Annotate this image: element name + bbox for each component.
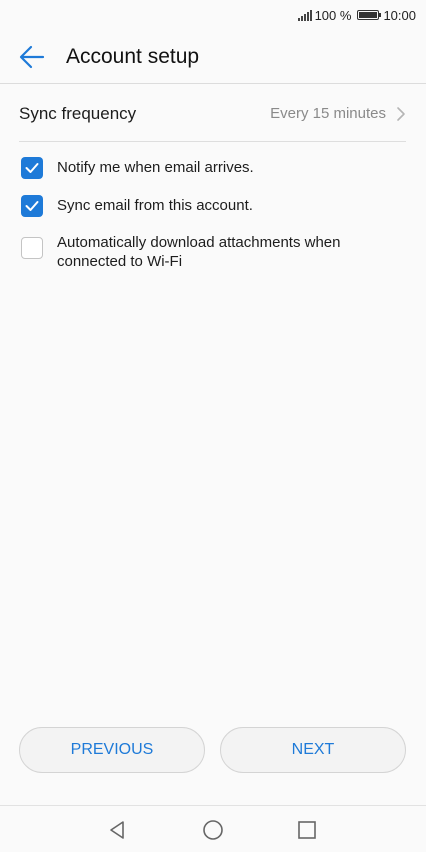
previous-button[interactable]: PREVIOUS: [19, 727, 205, 773]
attachments-checkbox[interactable]: [21, 237, 43, 259]
chevron-right-icon: [397, 106, 405, 121]
sync-frequency-value: Every 15 minutes: [270, 105, 386, 122]
battery-icon: [357, 10, 382, 20]
back-button[interactable]: [14, 40, 50, 74]
signal-icon: [297, 9, 312, 21]
nav-back-button[interactable]: [103, 815, 133, 845]
battery-percent: 100 %: [314, 7, 352, 23]
option-notify-email[interactable]: Notify me when email arrives.: [21, 157, 377, 179]
system-nav-bar: [0, 805, 426, 852]
back-triangle-icon: [110, 821, 124, 839]
checkmark-icon: [25, 201, 39, 211]
app-bar: Account setup: [0, 30, 426, 84]
arrow-left-icon: [19, 45, 45, 69]
clock: 10:00: [383, 7, 416, 23]
sync-frequency-row[interactable]: Sync frequency Every 15 minutes: [19, 86, 406, 142]
page-title: Account setup: [66, 45, 200, 68]
option-sync-email[interactable]: Sync email from this account.: [21, 195, 377, 217]
option-label: Notify me when email arrives.: [57, 159, 254, 176]
notify-checkbox[interactable]: [21, 157, 43, 179]
option-download-attachments[interactable]: Automatically download attachments when …: [21, 232, 377, 271]
option-label: Automatically download attachments when …: [57, 234, 341, 270]
option-label: Sync email from this account.: [57, 197, 253, 214]
home-circle-icon: [203, 820, 223, 840]
nav-home-button[interactable]: [198, 815, 228, 845]
nav-recents-button[interactable]: [292, 815, 322, 845]
next-button[interactable]: NEXT: [220, 727, 406, 773]
sync-checkbox[interactable]: [21, 195, 43, 217]
sync-frequency-label: Sync frequency: [19, 103, 137, 123]
recents-square-icon: [298, 821, 316, 839]
status-bar: 100 % 10:00: [0, 0, 426, 30]
checkmark-icon: [25, 163, 39, 173]
